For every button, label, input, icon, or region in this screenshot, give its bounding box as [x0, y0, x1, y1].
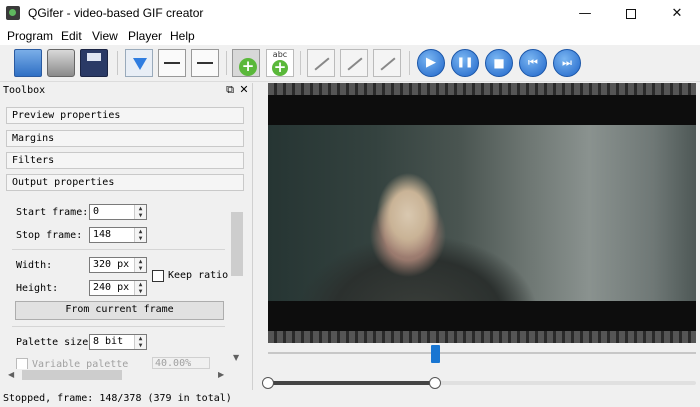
- stop-frame-value: 148: [93, 229, 112, 240]
- section-preview-properties[interactable]: Preview properties: [6, 107, 244, 124]
- menu-help[interactable]: Help: [170, 29, 195, 43]
- scrollbar-thumb[interactable]: [231, 212, 243, 276]
- minimize-button[interactable]: —: [562, 0, 608, 27]
- extract-gif-icon[interactable]: [125, 49, 153, 77]
- from-current-frame-button[interactable]: From current frame: [15, 301, 224, 320]
- next-icon[interactable]: ⏭: [553, 49, 581, 77]
- spin-arrows-icon[interactable]: ▲ ▼: [134, 335, 146, 349]
- pause-icon[interactable]: ❚❚: [451, 49, 479, 77]
- spin-arrows-icon[interactable]: ▲ ▼: [134, 205, 146, 219]
- save-icon[interactable]: [80, 49, 108, 77]
- add-text-icon[interactable]: abc +: [266, 49, 294, 77]
- stop-frame-spinbox[interactable]: 148 ▲ ▼: [89, 227, 147, 243]
- menu-edit[interactable]: Edit: [61, 29, 82, 43]
- scanner-icon[interactable]: [47, 49, 75, 77]
- palette-size-value: 8 bit: [93, 336, 124, 347]
- toolbar-separator: [409, 51, 410, 75]
- toolbox-panel: Toolbox ⧉ ✕ Preview properties Margins F…: [0, 83, 253, 390]
- previous-icon[interactable]: ⏮: [519, 49, 547, 77]
- menu-bar: Program Edit View Player Help: [0, 27, 700, 45]
- keep-ratio-checkbox[interactable]: [152, 270, 164, 282]
- divider: [12, 249, 225, 250]
- video-frame-image: [268, 125, 696, 301]
- scroll-right-icon[interactable]: ▶: [218, 370, 224, 379]
- palette-size-spinbox[interactable]: 8 bit ▲ ▼: [89, 334, 147, 350]
- scroll-down-icon[interactable]: ▼: [233, 353, 239, 362]
- spin-arrows-icon[interactable]: ▲ ▼: [134, 228, 146, 242]
- main-toolbar: + abc + ▶ ❚❚ ■ ⏮ ⏭: [0, 45, 700, 82]
- section-filters[interactable]: Filters: [6, 152, 244, 169]
- toolbar-separator: [117, 51, 118, 75]
- frame-slider[interactable]: [268, 352, 696, 354]
- range-slider[interactable]: [268, 381, 696, 385]
- set-stop-icon[interactable]: [191, 49, 219, 77]
- add-object-icon[interactable]: +: [232, 49, 260, 77]
- toolbox-horizontal-scrollbar[interactable]: ◀ ▶: [6, 369, 228, 381]
- range-selection: [268, 381, 435, 385]
- section-margins[interactable]: Margins: [6, 130, 244, 147]
- edit-object-icon[interactable]: [307, 49, 335, 77]
- range-end-handle[interactable]: [428, 377, 441, 389]
- spin-arrows-icon[interactable]: ▲ ▼: [134, 258, 146, 272]
- variable-palette-label: Variable palette: [32, 359, 129, 369]
- app-icon: [6, 6, 20, 20]
- film-strip-bottom: [268, 331, 696, 343]
- height-spinbox[interactable]: 240 px ▲ ▼: [89, 280, 147, 296]
- width-spinbox[interactable]: 320 px ▲ ▼: [89, 257, 147, 273]
- palette-size-label: Palette size:: [16, 337, 95, 348]
- menu-player[interactable]: Player: [128, 29, 162, 43]
- divider: [12, 326, 225, 327]
- set-start-icon[interactable]: [158, 49, 186, 77]
- scroll-left-icon[interactable]: ◀: [8, 370, 14, 379]
- status-bar: Stopped, frame: 148/378 (379 in total): [0, 390, 700, 407]
- menu-view[interactable]: View: [92, 29, 118, 43]
- width-label: Width:: [16, 260, 53, 271]
- maximize-icon: [626, 8, 636, 19]
- toolbar-separator: [300, 51, 301, 75]
- range-start-handle[interactable]: [262, 377, 274, 389]
- close-panel-button[interactable]: ✕: [238, 83, 250, 97]
- menu-program[interactable]: Program: [7, 29, 53, 43]
- frame-slider-handle[interactable]: [430, 345, 440, 363]
- video-preview: [268, 83, 696, 343]
- variable-palette-value: 40.00%: [152, 357, 210, 369]
- close-button[interactable]: ✕: [654, 0, 700, 27]
- toolbox-title: Toolbox: [3, 85, 46, 96]
- maximize-button[interactable]: [608, 0, 654, 27]
- height-value: 240 px: [93, 282, 130, 293]
- scrollbar-thumb[interactable]: [22, 370, 122, 380]
- start-frame-value: 0: [93, 206, 100, 217]
- stop-frame-label: Stop frame:: [16, 230, 83, 241]
- section-output-properties[interactable]: Output properties: [6, 174, 244, 191]
- spin-arrows-icon[interactable]: ▲ ▼: [134, 281, 146, 295]
- toolbar-separator: [226, 51, 227, 75]
- keep-ratio-label: Keep ratio: [168, 270, 229, 281]
- stop-icon[interactable]: ■: [485, 49, 513, 77]
- player-area: [261, 83, 700, 390]
- float-panel-button[interactable]: ⧉: [224, 83, 236, 97]
- start-frame-spinbox[interactable]: 0 ▲ ▼: [89, 204, 147, 220]
- open-folder-icon[interactable]: [14, 49, 42, 77]
- width-value: 320 px: [93, 259, 130, 270]
- toolbox-vertical-scrollbar[interactable]: ▼: [230, 210, 244, 364]
- start-frame-label: Start frame:: [16, 207, 89, 218]
- play-icon[interactable]: ▶: [417, 49, 445, 77]
- title-bar: QGifer - video-based GIF creator — ✕: [0, 0, 700, 27]
- film-strip-top: [268, 83, 696, 95]
- height-label: Height:: [16, 283, 59, 294]
- window-title: QGifer - video-based GIF creator: [28, 6, 204, 20]
- edit-all-icon[interactable]: [340, 49, 368, 77]
- export-icon[interactable]: [373, 49, 401, 77]
- app-window: QGifer - video-based GIF creator — ✕ Pro…: [0, 0, 700, 407]
